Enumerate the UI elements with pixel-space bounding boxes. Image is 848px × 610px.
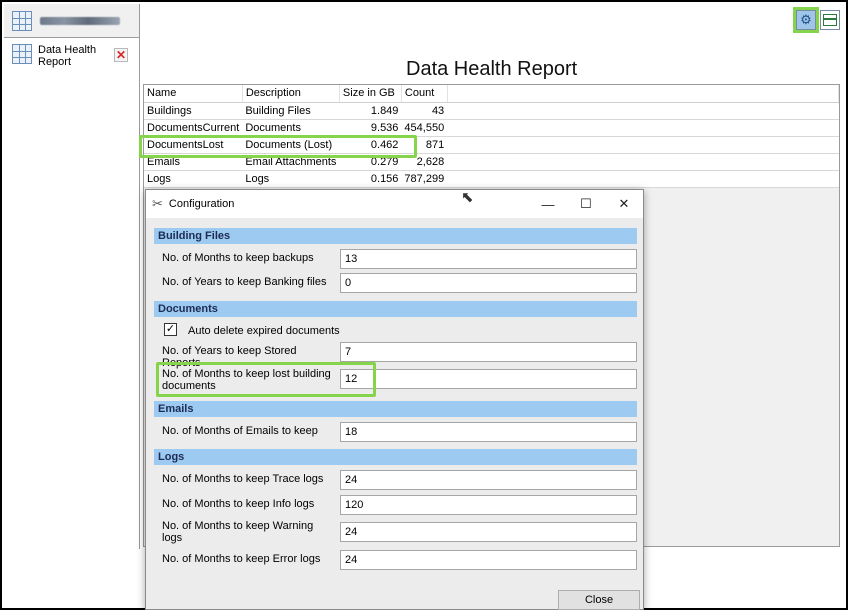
settings-gear-button[interactable]: ⚙ (793, 7, 819, 33)
cell-size: 0.279 (339, 153, 402, 171)
close-button[interactable]: Close (558, 590, 640, 610)
cell-name: Buildings (144, 102, 243, 120)
column-header-description[interactable]: Description (242, 85, 340, 103)
cell-size: 0.462 (339, 136, 402, 154)
close-window-button[interactable]: ✕ (605, 190, 643, 218)
dialog-titlebar[interactable]: ✂ Configuration ⬉ — ☐ ✕ (146, 189, 643, 218)
months-backups-field[interactable] (340, 249, 637, 269)
table-row[interactable]: Logs Logs 0.156 787,299 (144, 170, 839, 188)
panel-icon (823, 14, 837, 26)
trace-logs-label: No. of Months to keep Trace logs (162, 473, 324, 485)
auto-delete-checkbox[interactable]: ✓ (164, 323, 177, 336)
configuration-dialog: ✂ Configuration ⬉ — ☐ ✕ Building Files N… (145, 189, 644, 610)
window-controls: — ☐ ✕ (529, 190, 643, 218)
report-grid-icon (12, 44, 32, 64)
cell-filler (447, 119, 839, 137)
column-header-name[interactable]: Name (144, 85, 243, 103)
cell-size: 9.536 (339, 119, 402, 137)
table-row[interactable]: Buildings Building Files 1.849 43 (144, 102, 839, 120)
warning-logs-field[interactable] (340, 522, 637, 542)
cell-filler (447, 170, 839, 188)
column-header-filler (447, 85, 840, 103)
tools-icon: ✂ (152, 196, 163, 211)
table-header-row: Name Description Size in GB Count (144, 85, 840, 103)
data-table: Name Description Size in GB Count Buildi… (144, 85, 840, 188)
years-reports-field[interactable] (340, 342, 637, 362)
cell-size: 0.156 (339, 170, 402, 188)
minimize-button[interactable]: — (529, 190, 567, 218)
years-banking-field[interactable] (340, 273, 637, 293)
months-emails-label: No. of Months of Emails to keep (162, 425, 318, 437)
panel-button[interactable] (820, 10, 840, 30)
cell-name: DocumentsCurrent (144, 119, 243, 137)
dialog-title: Configuration (168, 198, 235, 210)
remove-icon[interactable]: ✕ (114, 48, 128, 62)
cell-count: 871 (401, 136, 448, 154)
cell-count: 43 (401, 102, 448, 120)
gear-icon: ⚙ (800, 12, 812, 27)
page-title: Data Health Report (406, 58, 578, 80)
months-backups-label: No. of Months to keep backups (162, 252, 314, 264)
info-logs-field[interactable] (340, 495, 637, 515)
column-header-size[interactable]: Size in GB (339, 85, 402, 103)
info-logs-label: No. of Months to keep Info logs (162, 498, 315, 510)
column-header-count[interactable]: Count (401, 85, 448, 103)
cell-name: Emails (144, 153, 243, 171)
auto-delete-label: Auto delete expired documents (188, 325, 340, 337)
cell-description: Documents (Lost) (242, 136, 340, 154)
months-lost-docs-label: No. of Months to keep lost building docu… (162, 368, 331, 392)
cell-description: Logs (242, 170, 340, 188)
cell-name: Logs (144, 170, 243, 188)
section-header-emails: Emails (154, 401, 637, 417)
cell-description: Documents (242, 119, 340, 137)
table-row[interactable]: DocumentsCurrent Documents 9.536 454,550 (144, 119, 839, 137)
table-row[interactable]: Emails Email Attachments 0.279 2,628 (144, 153, 839, 171)
cell-size: 1.849 (339, 102, 402, 120)
months-emails-field[interactable] (340, 422, 637, 442)
sidebar: Data Health Report ✕ (4, 4, 140, 549)
app-window: Data Health Report ✕ ⚙ Data Health Repor… (0, 0, 848, 610)
cell-filler (447, 102, 839, 120)
cell-description: Email Attachments (242, 153, 340, 171)
years-banking-label: No. of Years to keep Banking files (162, 276, 327, 288)
error-logs-field[interactable] (340, 550, 637, 570)
cell-description: Building Files (242, 102, 340, 120)
sidebar-header (4, 4, 139, 38)
table-row[interactable]: DocumentsLost Documents (Lost) 0.462 871 (144, 136, 839, 154)
grid-icon (12, 10, 32, 31)
blurred-app-title (40, 16, 120, 25)
toolbar: ⚙ (793, 7, 840, 33)
sidebar-item-data-health-report[interactable]: Data Health Report ✕ (4, 38, 139, 74)
sidebar-item-label: Data Health Report (38, 44, 97, 68)
section-header-documents: Documents (154, 301, 637, 317)
cell-filler (447, 153, 839, 171)
maximize-button[interactable]: ☐ (567, 190, 605, 218)
error-logs-label: No. of Months to keep Error logs (162, 553, 321, 565)
section-header-building-files: Building Files (154, 228, 637, 244)
cell-name: DocumentsLost (144, 136, 243, 154)
cell-count: 2,628 (401, 153, 448, 171)
cell-filler (447, 136, 839, 154)
months-lost-docs-field[interactable] (340, 369, 637, 389)
cell-count: 454,550 (401, 119, 448, 137)
cursor-icon: ⬉ (461, 189, 474, 206)
cell-count: 787,299 (401, 170, 448, 188)
warning-logs-label: No. of Months to keep Warning logs (162, 520, 314, 544)
years-reports-label: No. of Years to keep Stored Reports (162, 345, 297, 369)
trace-logs-field[interactable] (340, 470, 637, 490)
section-header-logs: Logs (154, 449, 637, 465)
